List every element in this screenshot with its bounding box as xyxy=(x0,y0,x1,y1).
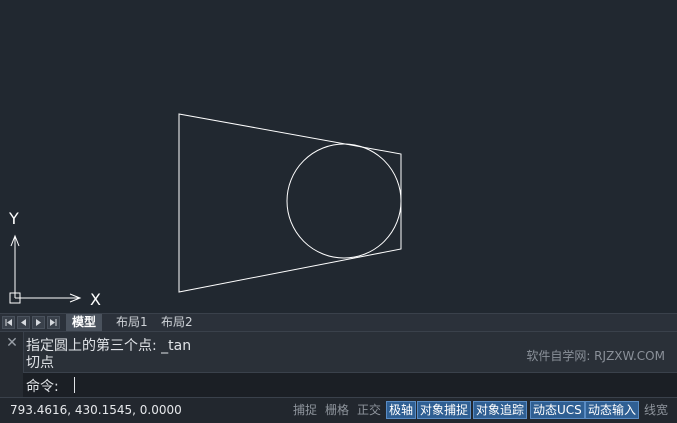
prev-icon[interactable] xyxy=(17,316,30,329)
watermark-text: 软件自学网: RJZXW.COM xyxy=(526,349,665,363)
drawing-canvas[interactable]: X Y xyxy=(0,0,677,313)
polar-toggle[interactable]: 极轴 xyxy=(386,401,417,419)
command-history-line: 切点 xyxy=(26,355,54,371)
command-window: ✕ 指定圆上的第三个点: _tan 切点 软件自学网: RJZXW.COM 命令… xyxy=(0,331,677,398)
coordinate-readout: 793.4616, 430.1545, 0.0000 xyxy=(10,403,182,417)
status-bar: 793.4616, 430.1545, 0.0000 捕捉 栅格 正交 极轴 对… xyxy=(0,397,677,423)
trapezoid-shape[interactable] xyxy=(178,113,402,293)
layout-tabs-bar: 模型 布局1 布局2 xyxy=(0,313,677,331)
tangent-circle[interactable] xyxy=(286,143,402,259)
ucs-y-label: Y xyxy=(8,209,19,228)
ucs-x-label: X xyxy=(90,290,101,309)
tab-model[interactable]: 模型 xyxy=(66,314,103,331)
osnap-toggle[interactable]: 对象捕捉 xyxy=(417,401,472,419)
command-input[interactable]: 命令: xyxy=(23,372,677,398)
tab-layout1[interactable]: 布局1 xyxy=(110,314,154,331)
otrack-toggle[interactable]: 对象追踪 xyxy=(473,401,528,419)
grid-toggle[interactable]: 栅格 xyxy=(323,401,351,419)
text-caret xyxy=(74,377,75,393)
lineweight-toggle[interactable]: 线宽 xyxy=(642,401,670,419)
dynamic-input-toggle[interactable]: 动态输入 xyxy=(585,401,640,419)
close-icon[interactable]: ✕ xyxy=(5,336,19,350)
last-icon[interactable] xyxy=(47,316,60,329)
first-icon[interactable] xyxy=(2,316,15,329)
command-prompt: 命令: xyxy=(26,379,59,395)
ucs-icon xyxy=(9,234,82,304)
snap-toggle[interactable]: 捕捉 xyxy=(291,401,319,419)
ducs-toggle[interactable]: 动态UCS xyxy=(530,401,585,419)
next-icon[interactable] xyxy=(32,316,45,329)
drawing-svg[interactable]: X Y xyxy=(0,0,677,313)
tab-layout2[interactable]: 布局2 xyxy=(155,314,199,331)
ortho-toggle[interactable]: 正交 xyxy=(355,401,383,419)
